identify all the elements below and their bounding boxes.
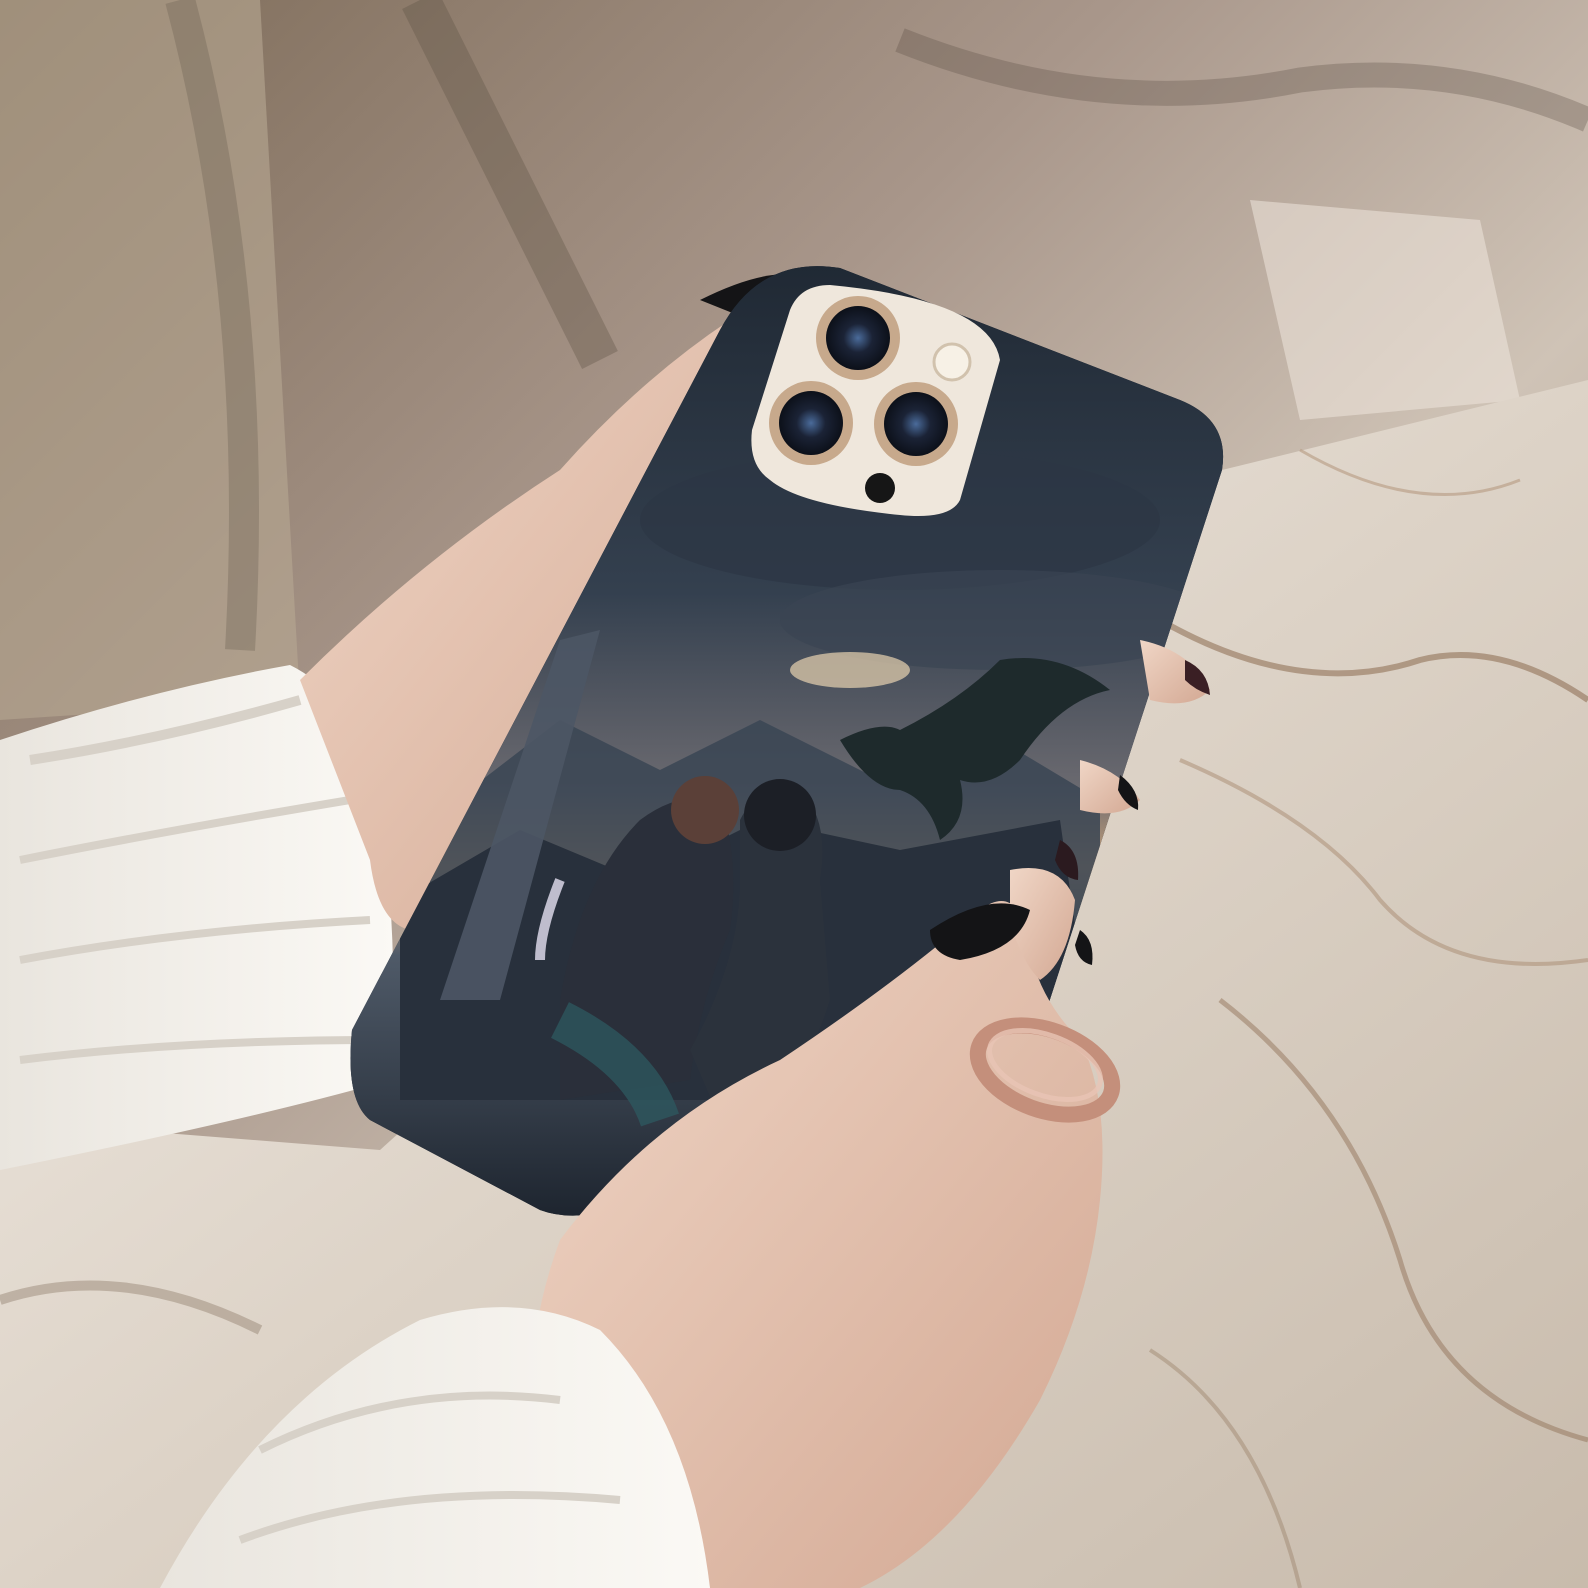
camera-mic (865, 473, 895, 503)
woman-head (671, 776, 739, 844)
man-head (744, 779, 816, 851)
camera-lens-1 (816, 296, 900, 380)
photo-scene (0, 0, 1588, 1588)
camera-lens-2 (769, 381, 853, 465)
camera-flash (932, 342, 972, 382)
camera-lens-3 (874, 382, 958, 466)
photo-illustration (0, 0, 1588, 1588)
